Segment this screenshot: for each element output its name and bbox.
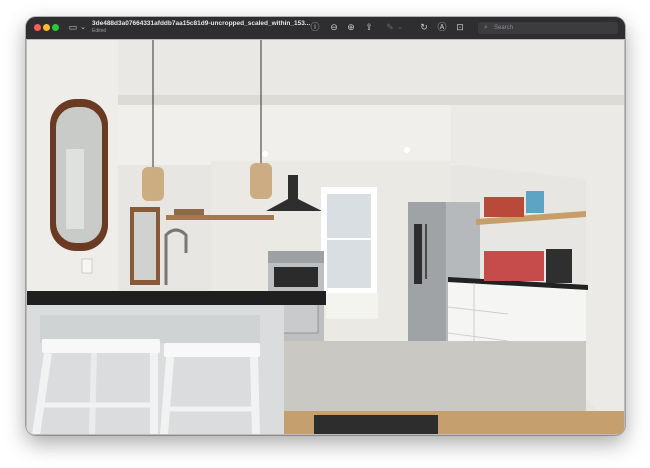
kitchen-photo [26,39,625,435]
preview-window: ▭ ⌄ 3de488d3a07664331afddb7aa15c81d9-unc… [26,17,625,435]
close-button[interactable] [34,24,41,31]
sidebar-toggle-icon[interactable]: ▭ [67,21,79,34]
image-canvas[interactable] [26,39,625,435]
document-subtitle: Edited [92,28,107,34]
chevron-down-icon[interactable]: ⌄ [79,21,87,34]
search-field[interactable]: ⌕ Search [478,22,618,34]
highlight-icon[interactable]: Ⓐ [436,21,448,34]
markup-icon[interactable]: ✎ [384,21,396,34]
document-title: 3de488d3a07664331afddb7aa15c81d9-uncropp… [92,20,311,27]
search-placeholder: Search [494,25,514,31]
info-icon[interactable]: ⓘ [309,21,321,34]
zoom-in-icon[interactable]: ⊕ [345,21,357,34]
zoom-out-icon[interactable]: ⊖ [328,21,340,34]
minimize-button[interactable] [43,24,50,31]
markup-chevron-icon[interactable]: ⌄ [396,21,404,34]
titlebar: ▭ ⌄ 3de488d3a07664331afddb7aa15c81d9-unc… [26,17,625,40]
rotate-icon[interactable]: ↻ [418,21,430,34]
zoom-button[interactable] [52,24,59,31]
share-icon[interactable]: ⇪ [363,21,375,34]
crop-icon[interactable]: ⊡ [454,21,466,34]
search-icon: ⌕ [484,24,488,31]
